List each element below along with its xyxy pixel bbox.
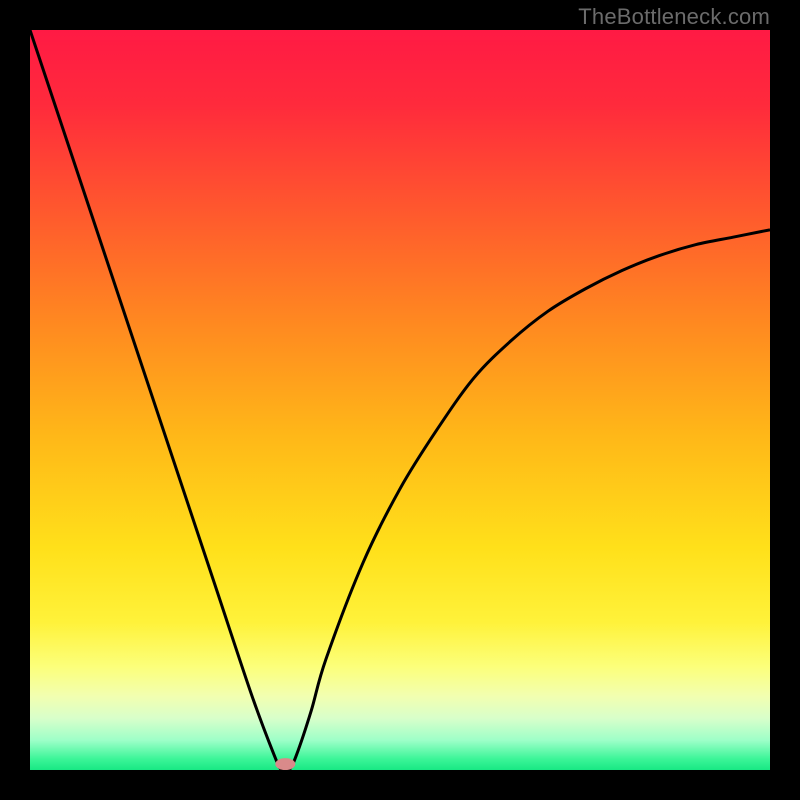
gradient-background (30, 30, 770, 770)
chart-frame (30, 30, 770, 770)
bottleneck-chart (30, 30, 770, 770)
attribution-text: TheBottleneck.com (578, 4, 770, 30)
minimum-marker (275, 758, 295, 770)
